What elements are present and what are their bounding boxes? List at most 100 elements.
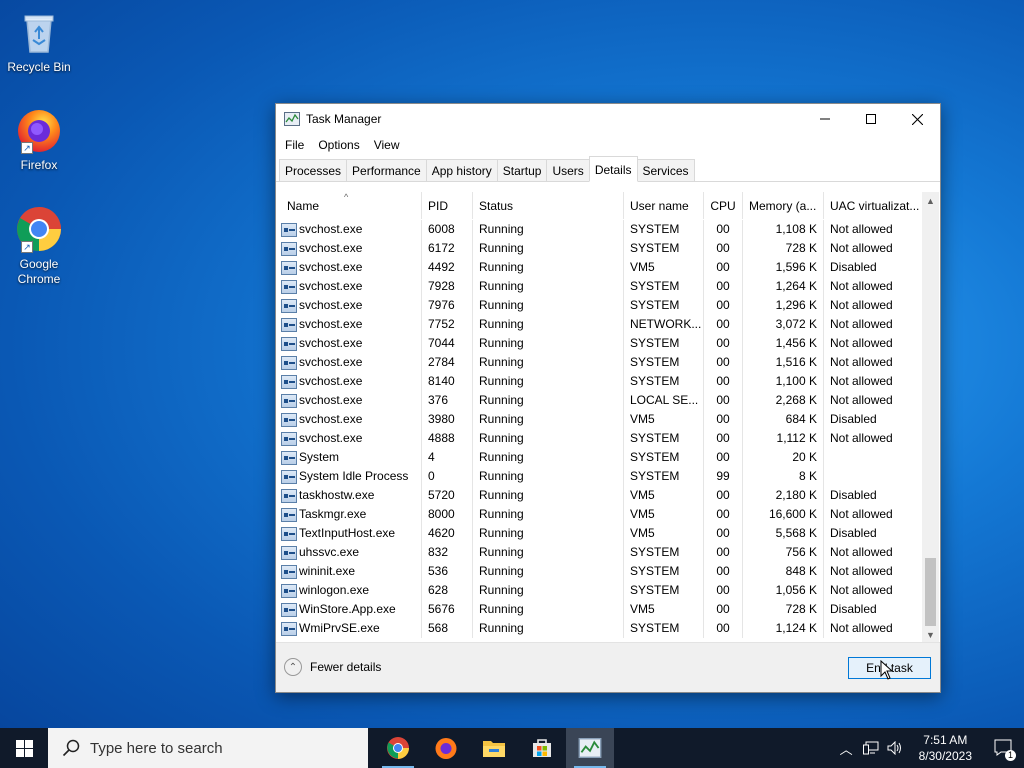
uac-cell: Disabled [830,260,877,274]
scroll-down-icon[interactable]: ▼ [922,626,939,643]
scroll-up-icon[interactable]: ▲ [922,192,939,209]
memory-cell: 5,568 K [743,524,824,543]
tab-details[interactable]: Details [588,156,638,182]
clock[interactable]: 7:51 AM 8/30/2023 [919,732,972,764]
tab-startup[interactable]: Startup [496,159,548,181]
taskbar-task-manager[interactable] [566,728,614,768]
table-row[interactable]: taskhostw.exe 5720 Running VM5 00 2,180 K Disa… [276,486,922,505]
status-cell: Running [473,486,624,505]
cpu-cell: 00 [704,220,743,239]
taskbar-chrome[interactable] [374,728,422,768]
close-button[interactable] [894,104,940,134]
menu-options[interactable]: Options [311,138,366,152]
column-header-name[interactable]: ^ Name [276,192,422,219]
cpu-cell: 00 [704,505,743,524]
status-cell: Running [473,467,624,486]
process-name-cell: svchost.exe [276,429,422,448]
taskbar-microsoft-store[interactable] [518,728,566,768]
memory-cell: 1,112 K [743,429,824,448]
taskbar-file-explorer[interactable] [470,728,518,768]
fewer-details-button[interactable]: ⌃ Fewer details [284,658,381,676]
tab-services[interactable]: Services [636,159,695,181]
column-header-uac[interactable]: UAC virtualizat... [824,192,922,219]
table-row[interactable]: svchost.exe 6008 Running SYSTEM 00 1,108 K Not… [276,220,922,239]
tab-processes[interactable]: Processes [279,159,348,181]
taskbar-search-box[interactable]: Type here to search [48,728,368,768]
cpu-cell: 00 [704,296,743,315]
chrome-icon [387,737,409,759]
cpu-cell: 00 [704,429,743,448]
column-header-cpu[interactable]: CPU [704,192,743,219]
table-row[interactable]: WmiPrvSE.exe 568 Running SYSTEM 00 1,124 K Not… [276,619,922,638]
scrollbar-thumb[interactable] [925,558,936,626]
table-row[interactable]: System Idle Process 0 Running SYSTEM 99 8 K [276,467,922,486]
cpu-cell: 00 [704,619,743,638]
minimize-button[interactable] [802,104,848,134]
tab-performance[interactable]: Performance [346,159,427,181]
task-manager-icon [284,112,300,126]
maximize-icon [866,114,876,124]
process-icon [281,393,297,408]
table-row[interactable]: svchost.exe 7976 Running SYSTEM 00 1,296 K Not… [276,296,922,315]
status-cell: Running [473,410,624,429]
table-row[interactable]: svchost.exe 7928 Running SYSTEM 00 1,264 K Not… [276,277,922,296]
process-name: svchost.exe [299,374,363,388]
memory-cell: 728 K [743,239,824,258]
memory-cell: 1,516 K [743,353,824,372]
uac-cell: Not allowed [830,298,893,312]
chevron-up-icon[interactable]: ︿ [840,739,853,758]
column-header-memory[interactable]: Memory (a... [743,192,824,219]
table-row[interactable]: TextInputHost.exe 4620 Running VM5 00 5,568 K… [276,524,922,543]
table-row[interactable]: svchost.exe 376 Running LOCAL SE... 00 2,268 … [276,391,922,410]
process-icon [281,583,297,598]
desktop-icon-google-chrome[interactable]: ↗ Google Chrome [4,205,74,287]
table-row[interactable]: svchost.exe 3980 Running VM5 00 684 K Disabled [276,410,922,429]
tab-app-history[interactable]: App history [425,159,498,181]
uac-cell: Not allowed [830,241,893,255]
table-row[interactable]: winlogon.exe 628 Running SYSTEM 00 1,056 K Not… [276,581,922,600]
cpu-cell: 00 [704,524,743,543]
maximize-button[interactable] [848,104,894,134]
table-row[interactable]: uhssvc.exe 832 Running SYSTEM 00 756 K Not all… [276,543,922,562]
column-header-user-name[interactable]: User name [624,192,704,219]
network-icon[interactable] [862,741,879,755]
table-row[interactable]: svchost.exe 4888 Running SYSTEM 00 1,112 K Not… [276,429,922,448]
table-row[interactable]: svchost.exe 7044 Running SYSTEM 00 1,456 K Not… [276,334,922,353]
pid-cell: 7044 [422,334,473,353]
table-row[interactable]: svchost.exe 4492 Running VM5 00 1,596 K Disabl… [276,258,922,277]
table-row[interactable]: svchost.exe 6172 Running SYSTEM 00 728 K Not a… [276,239,922,258]
uac-cell: Not allowed [830,222,893,236]
process-name-cell: svchost.exe [276,353,422,372]
table-row[interactable]: svchost.exe 2784 Running SYSTEM 00 1,516 K Not… [276,353,922,372]
pid-cell: 3980 [422,410,473,429]
taskbar-firefox[interactable] [422,728,470,768]
table-row[interactable]: WinStore.App.exe 5676 Running VM5 00 728 K Dis… [276,600,922,619]
table-row[interactable]: svchost.exe 7752 Running NETWORK... 00 3,072 … [276,315,922,334]
notification-center-button[interactable]: 1 [984,728,1024,768]
process-name: svchost.exe [299,431,363,445]
volume-icon[interactable] [887,741,903,755]
memory-cell: 1,124 K [743,619,824,638]
table-row[interactable]: svchost.exe 8140 Running SYSTEM 00 1,100 K Not… [276,372,922,391]
table-row[interactable]: System 4 Running SYSTEM 00 20 K [276,448,922,467]
column-header-pid[interactable]: PID [422,192,473,219]
menu-view[interactable]: View [367,138,407,152]
start-button[interactable] [0,728,48,768]
title-bar[interactable]: Task Manager [276,104,940,134]
status-cell: Running [473,315,624,334]
memory-cell: 8 K [743,467,824,486]
vertical-scrollbar[interactable]: ▲ ▼ [922,192,939,643]
menu-bar: File Options View [276,134,940,156]
tab-users[interactable]: Users [546,159,590,181]
table-header: ^ Name PID Status User name CPU Memory (… [276,192,922,220]
process-name-cell: wininit.exe [276,562,422,581]
menu-file[interactable]: File [278,138,311,152]
process-name-cell: svchost.exe [276,220,422,239]
uac-cell: Not allowed [830,317,893,331]
column-header-status[interactable]: Status [473,192,624,219]
desktop-icon-recycle-bin[interactable]: Recycle Bin [4,8,74,75]
desktop-icon-firefox[interactable]: ↗ Firefox [4,106,74,173]
user-name-cell: VM5 [624,410,704,429]
table-row[interactable]: Taskmgr.exe 8000 Running VM5 00 16,600 K Not a… [276,505,922,524]
table-row[interactable]: wininit.exe 536 Running SYSTEM 00 848 K Not al… [276,562,922,581]
